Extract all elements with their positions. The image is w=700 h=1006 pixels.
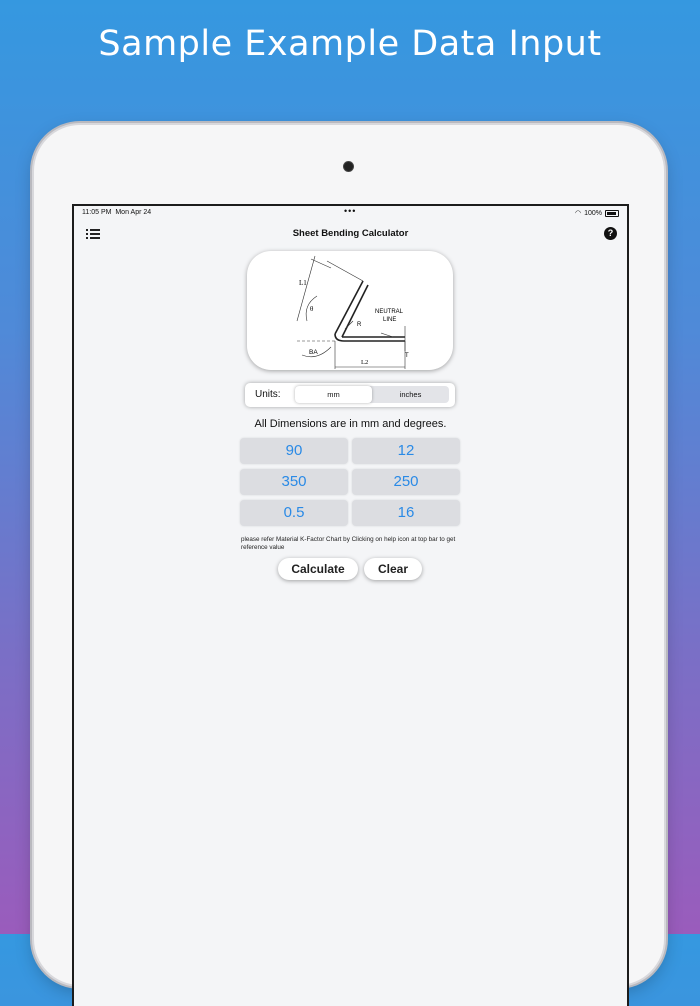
clear-button[interactable]: Clear: [364, 558, 422, 580]
promo-headline: Sample Example Data Input: [98, 24, 602, 64]
status-date-text: Mon Apr 24: [115, 209, 152, 216]
input-k-factor[interactable]: 0.5: [240, 500, 348, 526]
bend-diagram: L1 θ R NEUTRAL LINE BA L2 T: [296, 255, 409, 369]
ipad-frame: 11:05 PM Mon Apr 24 ••• ◠ 100% Sheet Ben…: [34, 125, 664, 1006]
page-title: Sheet Bending Calculator: [292, 228, 409, 239]
input-thickness[interactable]: 16: [352, 500, 460, 526]
calculate-button[interactable]: Calculate: [278, 558, 358, 580]
status-right: ◠ 100%: [575, 209, 619, 217]
input-angle[interactable]: 90: [240, 438, 348, 464]
units-selector: Units: mm inches: [245, 383, 455, 407]
units-segmented-control[interactable]: mm inches: [295, 386, 449, 403]
label-l1: L1: [299, 279, 307, 287]
input-length-1[interactable]: 350: [240, 469, 348, 495]
app-screen: 11:05 PM Mon Apr 24 ••• ◠ 100% Sheet Ben…: [72, 204, 629, 1006]
label-theta: θ: [310, 305, 314, 313]
input-length-2[interactable]: 250: [352, 469, 460, 495]
dimensions-info: All Dimensions are in mm and degrees.: [254, 418, 447, 430]
units-option-inches[interactable]: inches: [372, 386, 449, 403]
input-radius[interactable]: 12: [352, 438, 460, 464]
label-l2: L2: [361, 359, 368, 366]
status-time-text: 11:05 PM: [82, 209, 112, 216]
status-time: 11:05 PM Mon Apr 24: [82, 209, 151, 216]
label-neutral-1: NEUTRAL: [375, 309, 404, 315]
status-bar: 11:05 PM Mon Apr 24 ••• ◠ 100%: [74, 206, 627, 220]
nav-bar: Sheet Bending Calculator ?: [74, 220, 627, 250]
label-neutral-2: LINE: [383, 317, 396, 323]
label-ba: BA: [309, 349, 318, 356]
bend-diagram-card: L1 θ R NEUTRAL LINE BA L2 T: [247, 251, 453, 370]
units-label: Units:: [255, 389, 281, 400]
battery-icon: [605, 209, 619, 217]
battery-percent: 100%: [584, 209, 602, 217]
label-t: T: [405, 353, 409, 359]
front-camera: [344, 162, 353, 171]
help-icon[interactable]: ?: [604, 227, 617, 240]
units-option-mm[interactable]: mm: [295, 386, 372, 403]
multitask-dots-icon[interactable]: •••: [344, 206, 356, 216]
k-factor-note: please refer Material K-Factor Chart by …: [241, 536, 456, 551]
label-r: R: [357, 322, 362, 328]
wifi-icon: ◠: [574, 210, 582, 217]
